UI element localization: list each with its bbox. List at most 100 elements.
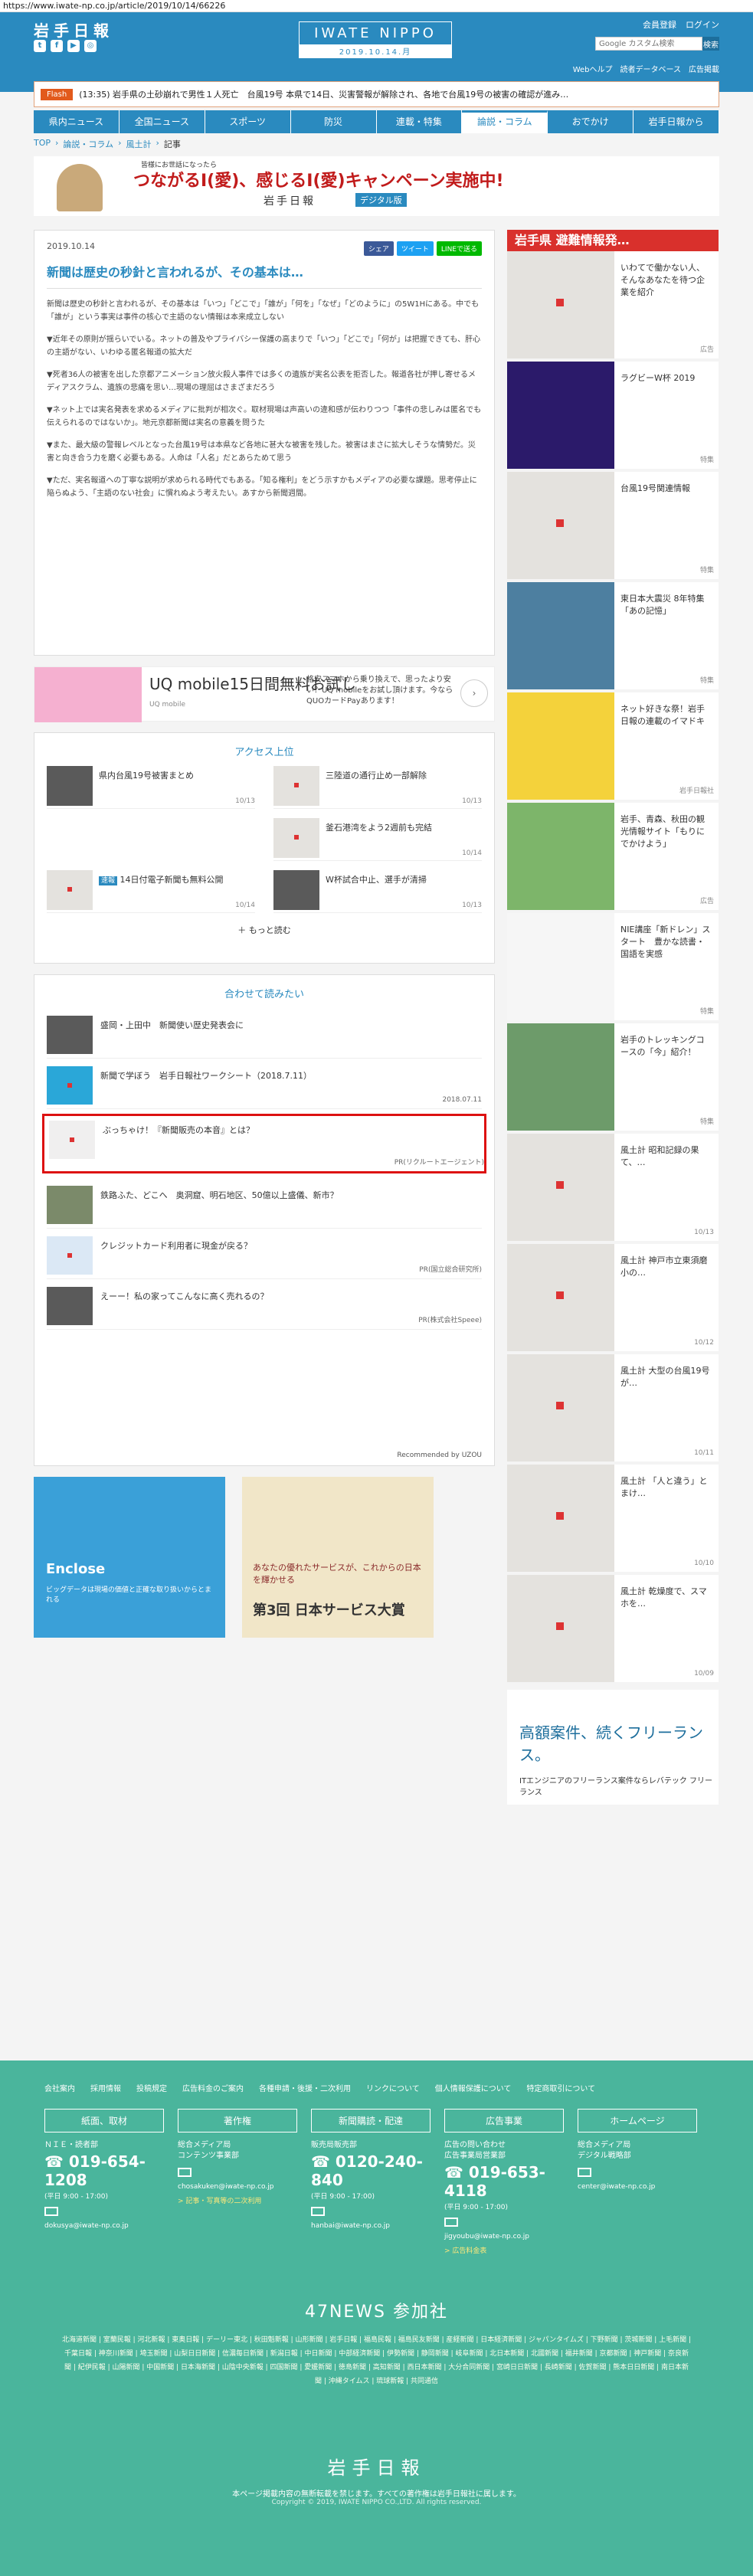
- nav-item[interactable]: 防災: [291, 110, 377, 133]
- footer-link[interactable]: 広告料金のご案内: [182, 2082, 244, 2093]
- line-share-button[interactable]: LINEで送る: [436, 241, 482, 256]
- article-title: 新聞は歴史の秒針と言われるが、その基本は…: [47, 262, 482, 289]
- footer-link[interactable]: リンクについて: [366, 2082, 420, 2093]
- footer-column-title[interactable]: 著作権: [178, 2109, 297, 2132]
- sidebar-item[interactable]: 台風19号関連情報 特集: [507, 472, 719, 582]
- list-item[interactable]: えーー！私の家ってこんなに高く売れるの？ PR(株式会社Speee): [47, 1279, 482, 1330]
- sidebar-item[interactable]: いわてで働かない人、そんなあなたを待つ企業を紹介 広告: [507, 251, 719, 362]
- list-item[interactable]: 三陸道の通行止め一部解除 10/13: [273, 766, 482, 809]
- list-item[interactable]: 県内台風19号被害まとめ 10/13: [47, 766, 255, 809]
- header-link[interactable]: Webヘルプ: [573, 63, 613, 74]
- phone-number[interactable]: ☎ 019-653-4118: [444, 2163, 564, 2200]
- envelope-icon[interactable]: [578, 2168, 591, 2177]
- footer-column-title[interactable]: ホームページ: [578, 2109, 697, 2132]
- nav-item[interactable]: 連載・特集: [377, 110, 463, 133]
- list-item[interactable]: 盛岡・上田中 新聞使い歴史発表会に: [47, 1008, 482, 1059]
- envelope-icon[interactable]: [178, 2168, 192, 2177]
- footer-column-title[interactable]: 新聞購読・配達: [311, 2109, 431, 2132]
- breadcrumb-item[interactable]: TOP: [34, 138, 51, 150]
- ad-enclose[interactable]: Enclose ビッグデータは現場の価値と正確な取り扱いからとまれる: [34, 1477, 225, 1638]
- email[interactable]: jigyoubu@iwate-np.co.jp: [444, 2233, 564, 2240]
- email[interactable]: hanbai@iwate-np.co.jp: [311, 2222, 431, 2230]
- phone-number[interactable]: ☎ 0120-240-840: [311, 2152, 431, 2189]
- news47-list[interactable]: 北海道新聞 | 室蘭民報 | 河北新報 | 東奥日報 | デーリー東北 | 秋田…: [0, 2322, 753, 2388]
- email[interactable]: center@iwate-np.co.jp: [578, 2183, 697, 2191]
- flash-text[interactable]: (13:35) 岩手県の土砂崩れで男性１人死亡 台風19号 本県で14日、災害警…: [79, 88, 568, 100]
- ad-service-award[interactable]: あなたの優れたサービスが、これからの日本を輝かせる 第3回 日本サービス大賞: [242, 1477, 434, 1638]
- list-item[interactable]: 速報 14日付電子新聞も無料公開 10/14: [47, 870, 255, 913]
- nav-item[interactable]: スポーツ: [205, 110, 291, 133]
- flash-news[interactable]: Flash (13:35) 岩手県の土砂崩れで男性１人死亡 台風19号 本県で1…: [34, 81, 719, 107]
- instagram-icon[interactable]: ◎: [84, 40, 97, 52]
- footer-column-title[interactable]: 紙面、取材: [44, 2109, 164, 2132]
- nav-item-active[interactable]: 論説・コラム: [462, 110, 548, 133]
- sidebar-item[interactable]: 岩手のトレッキングコースの「今」紹介！ 特集: [507, 1023, 719, 1134]
- facebook-share-button[interactable]: シェア: [363, 241, 394, 256]
- breadcrumb-item[interactable]: 風土計: [126, 138, 152, 150]
- email[interactable]: chosakuken@iwate-np.co.jp: [178, 2183, 297, 2191]
- url-bar[interactable]: https://www.iwate-np.co.jp/article/2019/…: [0, 0, 753, 12]
- sidebar-item[interactable]: 風土計 大型の台風19号が… 10/11: [507, 1354, 719, 1465]
- footer-column-title[interactable]: 広告事業: [444, 2109, 564, 2132]
- ad-image: [34, 667, 142, 722]
- footer-link[interactable]: 各種申請・後援・二次利用: [259, 2082, 351, 2093]
- footer-link[interactable]: 投稿規定: [136, 2082, 167, 2093]
- nav-item[interactable]: 岩手日報から: [634, 110, 719, 133]
- nav-item[interactable]: おでかけ: [548, 110, 634, 133]
- header-link[interactable]: 読者データベース: [620, 63, 682, 74]
- levtech-ad[interactable]: 高額案件、続くフリーランス。 ITエンジニアのフリーランス案件ならレバテック フ…: [507, 1690, 719, 1805]
- sidebar-item[interactable]: 風土計 神戸市立東須磨小の… 10/12: [507, 1244, 719, 1354]
- center-logo[interactable]: IWATE NIPPO 2019.10.14.月: [299, 21, 452, 58]
- envelope-icon[interactable]: [311, 2207, 325, 2216]
- footer-link[interactable]: 会社案内: [44, 2082, 75, 2093]
- thumbnail: [47, 1287, 93, 1325]
- list-item[interactable]: 釜石港湾をよう2週前も完結 10/14: [273, 818, 482, 861]
- header-link[interactable]: 広告掲載: [689, 63, 719, 74]
- sidebar-item[interactable]: 風土計 昭和記録の果て、… 10/13: [507, 1134, 719, 1244]
- recommended-by[interactable]: Recommended by UZOU: [397, 1452, 482, 1459]
- sidebar-item[interactable]: NIE講座「新ドレン」スタート 豊かな読書・国語を実感 特集: [507, 913, 719, 1023]
- sidebar-item[interactable]: 東日本大震災 8年特集「あの記憶」 特集: [507, 582, 719, 692]
- highlighted-list-item[interactable]: ぶっちゃけ！『新聞販売の本音』とは？ PR(リクルートエージェント): [42, 1114, 486, 1173]
- envelope-icon[interactable]: [44, 2207, 58, 2216]
- article-paragraph: ▼ネット上では実名発表を求めるメディアに批判が相次ぐ。取材現場は声高いの違和感が…: [47, 406, 482, 427]
- list-item[interactable]: 新聞で学ぼう 岩手日報社ワークシート（2018.7.11） 2018.07.11: [47, 1059, 482, 1109]
- sidebar-item[interactable]: 風土計 乾燥度で、スマホを… 10/09: [507, 1575, 719, 1685]
- login-link[interactable]: ログイン: [686, 18, 719, 31]
- sidebar-item[interactable]: ネット好きな祭！岩手日報の連載のイマドキ 岩手日報社: [507, 692, 719, 803]
- chevron-right-icon[interactable]: ›: [460, 679, 488, 707]
- search-input[interactable]: [595, 37, 702, 51]
- thumbnail: [507, 913, 614, 1020]
- evacuation-info-header[interactable]: 岩手県 避難情報発…: [507, 230, 719, 251]
- nav-item[interactable]: 県内ニュース: [34, 110, 119, 133]
- thumbnail: [507, 1465, 614, 1572]
- envelope-icon[interactable]: [444, 2218, 458, 2227]
- footer-link[interactable]: 特定商取引について: [526, 2082, 595, 2093]
- related-articles: 合わせて読みたい 盛岡・上田中 新聞使い歴史発表会に 新聞で学ぼう 岩手日報社ワ…: [34, 974, 495, 1466]
- list-item[interactable]: 鉄路ふた、どこへ 奥洞窟、明石地区、50億以上盛儀、新市？: [47, 1178, 482, 1229]
- list-item[interactable]: W杯試合中止、選手が清掃 10/13: [273, 870, 482, 913]
- footer-link[interactable]: 個人情報保護について: [435, 2082, 512, 2093]
- sidebar-item[interactable]: 岩手、青森、秋田の観光情報サイト「もりにでかけよう」 広告: [507, 803, 719, 913]
- campaign-banner[interactable]: 皆様にお世話になったら つながるI(愛)、感じるI(愛)キャンペーン実施中! 岩…: [34, 156, 719, 216]
- phone-number[interactable]: ☎ 019-654-1208: [44, 2152, 164, 2189]
- search-button[interactable]: 検索: [702, 37, 719, 51]
- footer-link[interactable]: 採用情報: [90, 2082, 121, 2093]
- facebook-icon[interactable]: f: [51, 40, 63, 52]
- youtube-icon[interactable]: ▶: [67, 40, 80, 52]
- footer-brand[interactable]: 岩手日報: [0, 2453, 753, 2479]
- sidebar-item[interactable]: ラグビーW杯 2019 特集: [507, 362, 719, 472]
- brand-logo[interactable]: 岩手日報: [34, 18, 113, 41]
- sidebar-item[interactable]: 風土計 「人と違う」とまけ… 10/10: [507, 1465, 719, 1575]
- member-register-link[interactable]: 会員登録: [643, 18, 676, 31]
- breadcrumb-item[interactable]: 論説・コラム: [63, 138, 113, 150]
- tweet-button[interactable]: ツイート: [396, 241, 434, 256]
- twitter-icon[interactable]: t: [34, 40, 46, 52]
- email[interactable]: dokusya@iwate-np.co.jp: [44, 2222, 164, 2230]
- list-item[interactable]: クレジットカード利用者に現金が戻る？ PR(国立総合研究所): [47, 1229, 482, 1279]
- uq-mobile-ad[interactable]: UQ mobile15日間無料お試し UQ mobile 格安スマホから乗り換え…: [34, 666, 495, 722]
- more-button[interactable]: ＋ もっと読む: [34, 913, 494, 947]
- social-icons: t f ▶ ◎: [34, 40, 97, 52]
- nav-item[interactable]: 全国ニュース: [119, 110, 205, 133]
- page: https://www.iwate-np.co.jp/article/2019/…: [0, 0, 753, 2576]
